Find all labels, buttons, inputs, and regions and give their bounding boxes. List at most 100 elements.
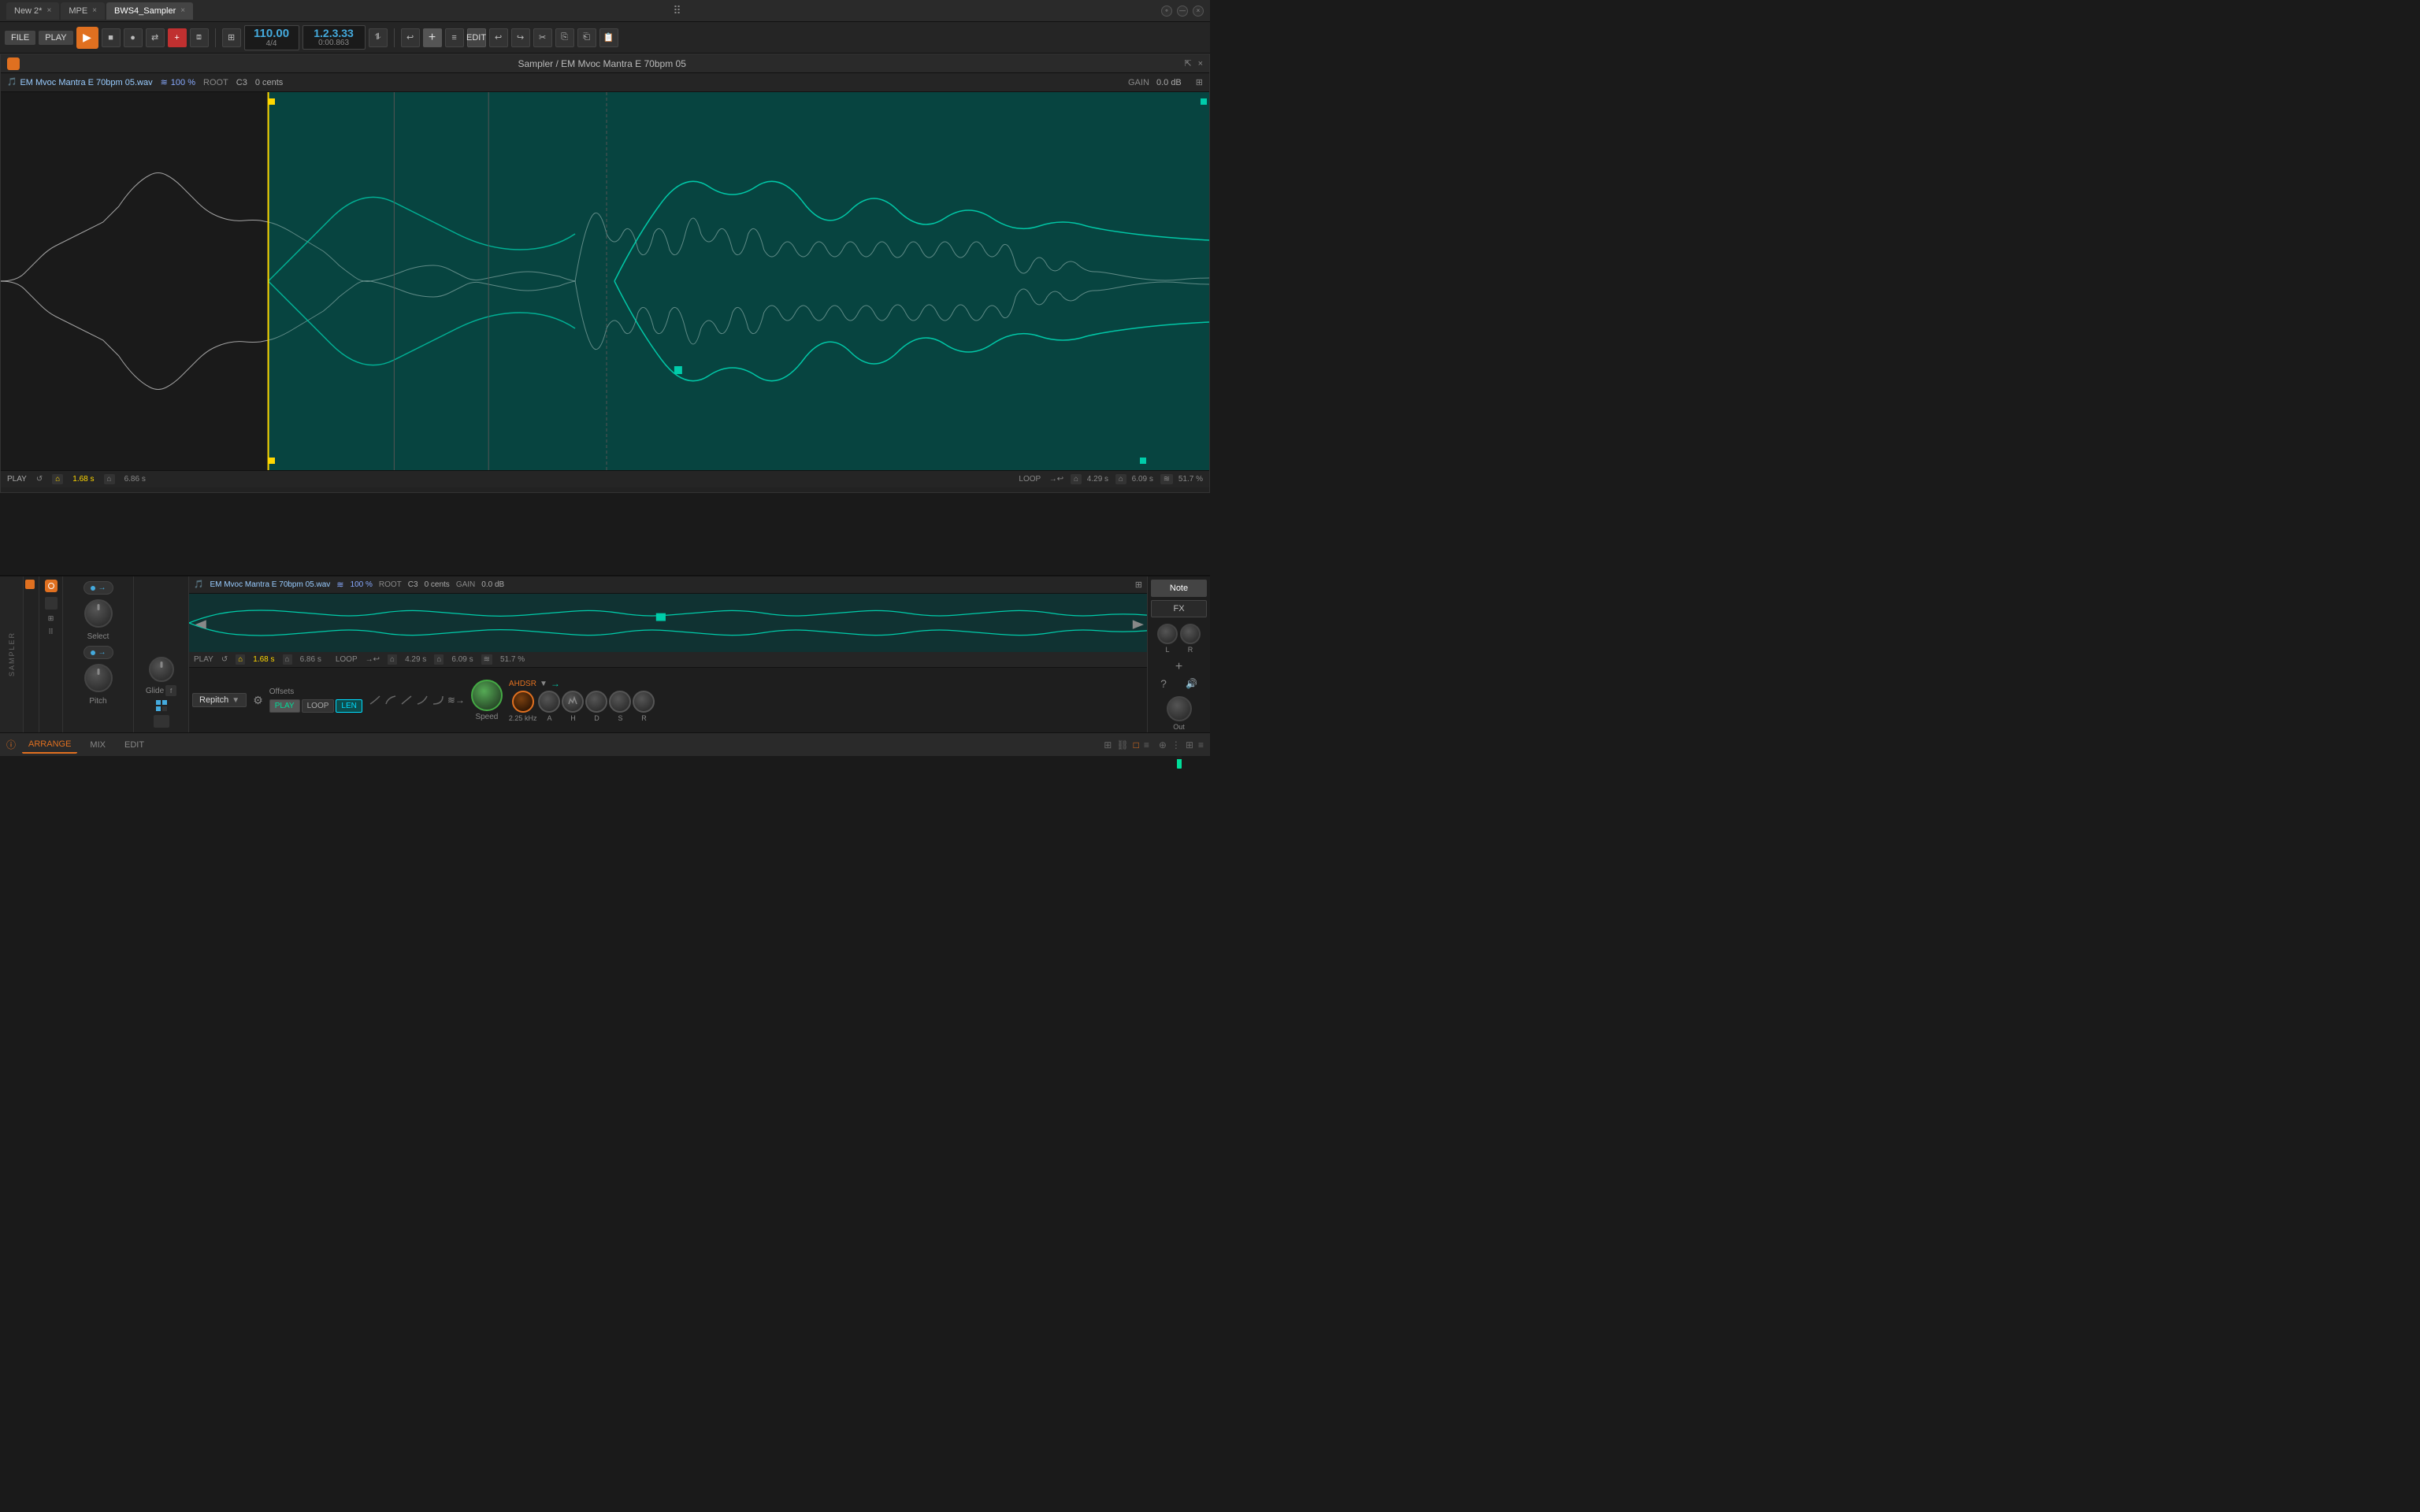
win-btn-minimize[interactable]: — (1177, 6, 1188, 17)
ahdsr-link-icon[interactable]: → (551, 678, 560, 689)
env-curve-2[interactable] (384, 695, 397, 706)
plugin-end-marker[interactable]: ⌂ (283, 654, 292, 665)
loop-end-marker-top[interactable] (1201, 98, 1207, 105)
copy-button[interactable]: ⎘ (555, 28, 574, 47)
plugin-mini-wave[interactable]: ◀ ▶ (189, 594, 1147, 652)
sampler-grid-icon[interactable]: ⊞ (1196, 77, 1203, 87)
track-mute-btn[interactable] (45, 597, 58, 610)
out-knob[interactable] (1167, 696, 1192, 721)
play-text-button[interactable]: PLAY (39, 31, 72, 45)
loop-pct-icon[interactable]: ≋ (1160, 474, 1173, 484)
tempo-display[interactable]: 110.00 4/4 (244, 25, 299, 50)
plugin-settings-gear[interactable]: ⚙ (253, 694, 263, 707)
l-knob[interactable] (1157, 624, 1178, 644)
tab-mpe-close[interactable]: × (92, 6, 97, 15)
env-wavy-icon[interactable]: ≋→ (447, 695, 465, 706)
loop-offset-btn[interactable]: LOOP (302, 699, 335, 713)
record-button[interactable]: ● (124, 28, 143, 47)
plugin-settings-icon[interactable]: ⊞ (1135, 580, 1142, 590)
tab-bws4-close[interactable]: × (180, 6, 185, 15)
zoom-control[interactable]: ≋ 100 % (161, 77, 195, 87)
pitch-knob[interactable] (84, 664, 113, 692)
s-knob[interactable] (609, 691, 631, 713)
bottom-bars-icon[interactable]: ≡ (1144, 739, 1149, 750)
play-offset-btn[interactable]: PLAY (269, 699, 300, 713)
sampler-close-icon[interactable]: × (1198, 59, 1203, 69)
file-button[interactable]: FILE (5, 31, 35, 45)
plugin-loop-start[interactable]: ⌂ (388, 654, 397, 665)
h-knob[interactable] (562, 691, 584, 713)
start-marker-top[interactable] (269, 98, 275, 105)
plugin-loop-end[interactable]: ⌂ (434, 654, 444, 665)
track-dots-btn[interactable]: ⠿ (48, 628, 54, 636)
select-knob[interactable] (84, 599, 113, 628)
redo-button[interactable]: ↪ (511, 28, 530, 47)
end-time-marker[interactable]: ⌂ (104, 474, 115, 484)
bottom-right-icon-4[interactable]: ≡ (1198, 739, 1204, 750)
plugin-reset-icon[interactable]: ↺ (221, 655, 228, 664)
tab-bws4[interactable]: BWS4_Sampler × (106, 2, 193, 20)
waveform-container[interactable] (1, 92, 1209, 470)
note-button[interactable]: Note (1151, 580, 1207, 597)
reset-icon[interactable]: ↺ (36, 475, 43, 484)
env-curve-5[interactable] (432, 695, 444, 706)
arrange-tab[interactable]: ARRANGE (22, 736, 77, 754)
ahdsr-dropdown[interactable]: ▼ (540, 680, 547, 688)
env-curve-4[interactable] (416, 695, 429, 706)
win-btn-dot[interactable]: ⚬ (1161, 6, 1172, 17)
mix-tab[interactable]: MIX (84, 737, 112, 753)
paste-button[interactable]: ⎗ (577, 28, 596, 47)
bars-button[interactable]: ≡ (445, 28, 464, 47)
glide-mode-btn[interactable]: f (165, 685, 176, 696)
plugin-start-marker[interactable]: ⌂ (236, 654, 245, 665)
len-offset-btn[interactable]: LEN (336, 699, 362, 713)
freq-knob[interactable] (512, 691, 534, 713)
lr-add-btn[interactable]: + (1151, 660, 1207, 674)
back-button[interactable]: ↩ (401, 28, 420, 47)
glide-knob[interactable] (149, 657, 174, 682)
plugin-zoom-icon2[interactable]: ≋ (481, 654, 492, 665)
speed-knob[interactable] (471, 680, 503, 711)
speaker-icon[interactable]: 🔊 (1186, 678, 1197, 689)
bottom-right-icon-3[interactable]: ⊞ (1186, 739, 1193, 750)
bottom-link-icon[interactable]: ⊞ (1104, 739, 1112, 750)
edit-button[interactable]: EDIT (467, 28, 486, 47)
scissors-button[interactable]: ✂ (533, 28, 552, 47)
win-btn-close[interactable]: × (1193, 6, 1204, 17)
a-knob[interactable] (538, 691, 560, 713)
add-small-btn[interactable] (154, 715, 169, 728)
clipboard-button[interactable]: 📋 (599, 28, 618, 47)
repitch-button[interactable]: Repitch ▼ (192, 693, 247, 707)
loop-end-marker-bar[interactable]: ⌂ (1115, 474, 1126, 484)
question-icon[interactable]: ? (1160, 677, 1167, 690)
start-time-marker[interactable]: ⌂ (52, 474, 63, 484)
undo-button[interactable]: ↩ (489, 28, 508, 47)
loop-transport-button[interactable]: ⇄ (146, 28, 165, 47)
expand-icon[interactable]: ⇱ (1184, 58, 1191, 69)
punch-button[interactable]: ⧈ (190, 28, 209, 47)
bottom-right-icon-1[interactable]: ⊕ (1159, 739, 1167, 750)
env-curve-1[interactable] (369, 695, 381, 706)
bottom-right-icon-2[interactable]: ⋮ (1171, 739, 1181, 750)
pitch-connect[interactable]: → (84, 646, 113, 659)
bottom-chain-icon[interactable]: ⛓ (1116, 739, 1128, 750)
play-button[interactable]: ▶ (76, 27, 98, 49)
r-knob[interactable] (1180, 624, 1201, 644)
position-display[interactable]: 1.2.3.33 0:00.863 (302, 25, 366, 50)
track-grid-btn[interactable]: ⊞ (48, 614, 54, 623)
tab-new2[interactable]: New 2* × (6, 2, 59, 20)
start-marker[interactable] (269, 458, 275, 464)
env-curve-3[interactable] (400, 695, 413, 706)
loop-start-marker[interactable]: ⌂ (1071, 474, 1082, 484)
add-button[interactable]: + (168, 28, 187, 47)
loop-end-marker[interactable] (1140, 458, 1146, 464)
tab-mpe[interactable]: MPE × (61, 2, 105, 20)
grid-toggle[interactable]: ⊞ (222, 28, 241, 47)
power-icon[interactable] (7, 57, 20, 70)
add-track-button[interactable]: + (423, 28, 442, 47)
bottom-cursor-icon[interactable]: □ (1134, 739, 1139, 750)
edit-tab-bottom[interactable]: EDIT (118, 737, 150, 753)
track-power-btn[interactable] (45, 580, 58, 592)
grid-small-btn[interactable] (155, 699, 168, 712)
select-connect[interactable]: → (84, 581, 113, 595)
